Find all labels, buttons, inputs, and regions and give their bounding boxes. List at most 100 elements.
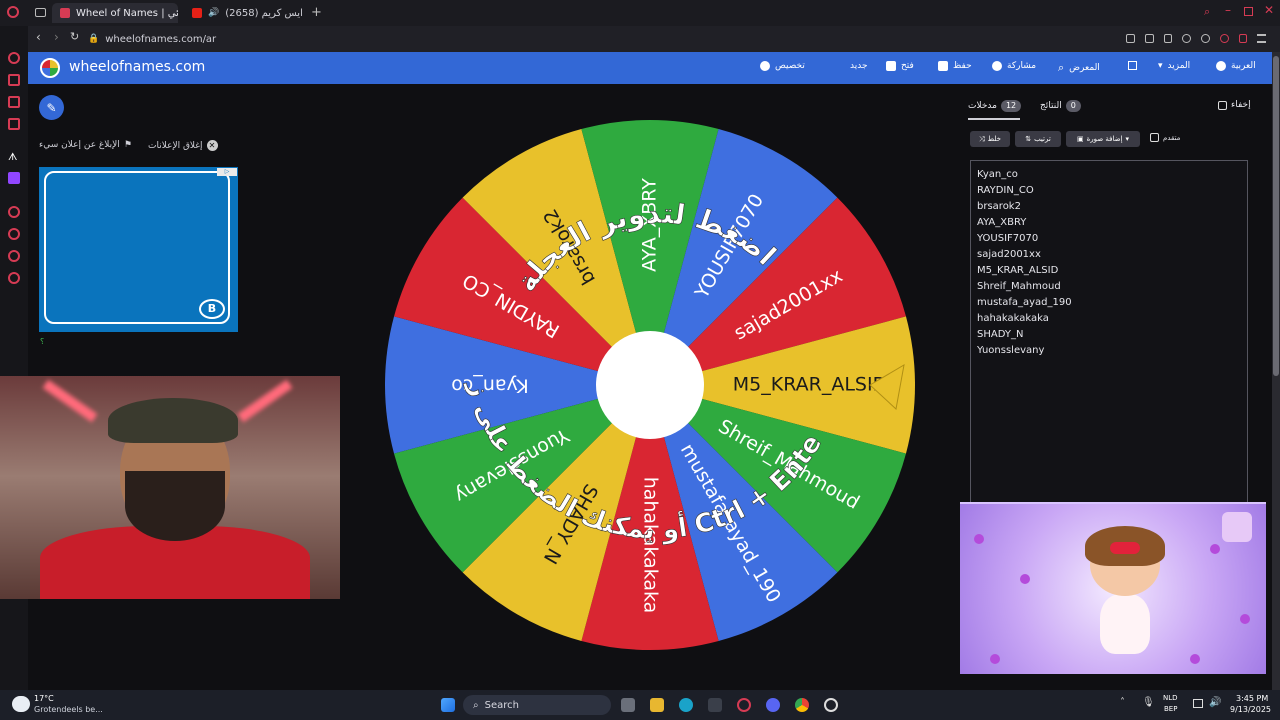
shuffle-button[interactable]: ⤨ خلط [970,131,1010,147]
tray-chevron-icon[interactable]: ˄ [1120,697,1125,708]
task-view-icon[interactable] [621,698,635,712]
twitch-icon[interactable] [8,172,20,184]
reload-icon[interactable]: ↻ [70,30,79,43]
sort-button[interactable]: ⇅ ترتيب [1015,131,1061,147]
url-field[interactable]: 🔒 wheelofnames.com/ar [88,29,1118,49]
tab-results[interactable]: النتائج 0 [1040,100,1081,112]
more-menu[interactable]: ▾ المزيد [1158,61,1190,71]
tab-youtube[interactable]: 🔊 (2658) أغنية ايس كريم [184,3,306,23]
search-tabs-icon[interactable]: ⌕ [1204,5,1210,19]
advanced-toggle[interactable]: متقدم [1150,133,1180,142]
wheel-logo-icon[interactable] [40,58,60,78]
sidebar-gmail-icon[interactable] [8,118,20,130]
wheel-center[interactable] [596,331,704,439]
forward-icon[interactable]: › [54,30,59,44]
network-icon[interactable] [1193,699,1203,708]
sort-icon: ⇅ [1025,135,1032,143]
fullscreen-button[interactable] [1128,61,1137,70]
share-button[interactable]: مشاركة [992,61,1036,71]
snapshot-icon[interactable] [1144,34,1154,43]
entries-textarea[interactable]: Kyan_co RAYDIN_CO brsarok2 AYA_XBRY YOUS… [970,160,1248,505]
youtube-favicon-icon [192,8,202,18]
shield-icon[interactable] [1163,34,1173,43]
customize-button[interactable]: تخصيص [760,61,805,71]
site-title[interactable]: wheelofnames.com [69,59,205,75]
save-button[interactable]: حفظ [938,61,972,71]
start-icon[interactable] [441,698,455,712]
entry-line: RAYDIN_CO [977,185,1034,196]
search-icon: ⌕ [473,699,479,711]
taskbar-search[interactable]: ⌕ Search [463,695,611,715]
opera-icon[interactable] [737,698,751,712]
file-explorer-icon[interactable] [650,698,664,712]
speaker-icon[interactable]: 🔊 [208,8,219,18]
vpn-icon[interactable] [1182,34,1192,43]
menu-icon[interactable] [1257,34,1267,43]
language-menu[interactable]: العربية [1216,61,1256,71]
tab-overview-icon[interactable] [35,8,46,17]
store-icon[interactable] [708,698,722,712]
hide-checkbox[interactable] [1218,100,1227,110]
entry-line: SHADY_N [977,329,1024,340]
discord-icon[interactable] [766,698,780,712]
new-button[interactable]: جديد [850,61,868,71]
sidebar-player-icon[interactable] [8,96,20,108]
add-image-button[interactable]: ▣ إضافة صورة ▾ [1066,131,1140,147]
active-tab-indicator [968,118,1020,120]
ad-choices-icon[interactable]: ▷ [217,168,237,176]
sidebar-history-icon[interactable] [8,206,20,218]
clock-date[interactable]: 9/13/2025 [1230,705,1271,714]
sidebar-clock-icon[interactable] [8,228,20,240]
tab-wheel-of-names[interactable]: Wheel of Names | عشوائي [52,3,178,23]
download-icon[interactable] [1238,34,1248,43]
sidebar-settings-icon[interactable] [8,272,20,284]
obs-icon[interactable] [824,698,838,712]
sidebar-shopping-icon[interactable] [8,74,20,86]
opera-logo-icon[interactable] [7,6,19,18]
edit-pencil-button[interactable]: ✎ [39,95,64,120]
webcam-overlay [0,376,340,599]
heart-icon[interactable] [1201,34,1210,43]
open-button[interactable]: فتح [886,61,914,71]
scrollbar-thumb[interactable] [1273,56,1279,376]
cartoon-overlay [960,502,1266,674]
close-ads-link[interactable]: إغلاق الإعلانات ✕ [148,140,218,151]
new-tab-icon[interactable]: + [311,5,322,20]
weather-text[interactable]: Grotendeels be... [34,705,103,714]
edge-icon[interactable] [679,698,693,712]
weather-temp[interactable]: 17°C [34,694,54,703]
advanced-checkbox[interactable] [1150,133,1159,142]
wheel-svg[interactable]: Kyan_coRAYDIN_CObrsarok2 AYA_XBRY YOUSIF70… [380,115,920,655]
sidebar-app-icon[interactable]: ᗑ [8,152,17,163]
sidebar-extensions-icon[interactable] [8,250,20,262]
entries-count-badge: 12 [1000,100,1022,112]
hide-toggle[interactable]: إخفاء [1218,100,1251,110]
tab-label: (2658) أغنية ايس كريم [225,7,306,19]
gallery-button[interactable]: ⌕ المعرض [1058,61,1100,75]
spin-wheel[interactable]: Kyan_co RAYDIN_CO brsarok2 AYA_XBRY YOUSIF70… [380,115,920,655]
ad-banner[interactable]: ▷ B [39,167,238,332]
weather-icon[interactable] [12,696,30,712]
profile-icon[interactable] [1219,34,1229,43]
entry-line: sajad2001xx [977,249,1041,260]
maximize-icon[interactable] [1244,7,1253,16]
keyboard-layout[interactable]: BEP [1164,705,1177,713]
back-icon[interactable]: ‹ [36,30,41,44]
ad-brand-logo: B [199,299,225,319]
microphone-icon[interactable]: 🎙 [1142,697,1155,708]
neon-light [42,379,98,423]
palette-icon [760,61,770,71]
minimize-icon[interactable]: – [1225,3,1231,17]
extensions-icons[interactable] [1126,34,1267,44]
volume-icon[interactable]: 🔊 [1209,697,1221,708]
tab-entries[interactable]: مدخلات 12 [968,100,1022,112]
language-code[interactable]: NLD [1163,694,1178,702]
sidebar-aria-icon[interactable] [8,52,20,64]
bookmark-icon[interactable] [1126,34,1135,43]
decor-dot [1240,614,1250,624]
chrome-icon[interactable] [795,698,809,712]
report-ad-link[interactable]: الإبلاغ عن إعلان سيء ⚑ [39,140,132,150]
close-window-icon[interactable]: ✕ [1264,3,1274,17]
wheel-segment-label: M5_KRAR_ALSID [733,374,887,396]
clock-time[interactable]: 3:45 PM [1236,694,1268,703]
